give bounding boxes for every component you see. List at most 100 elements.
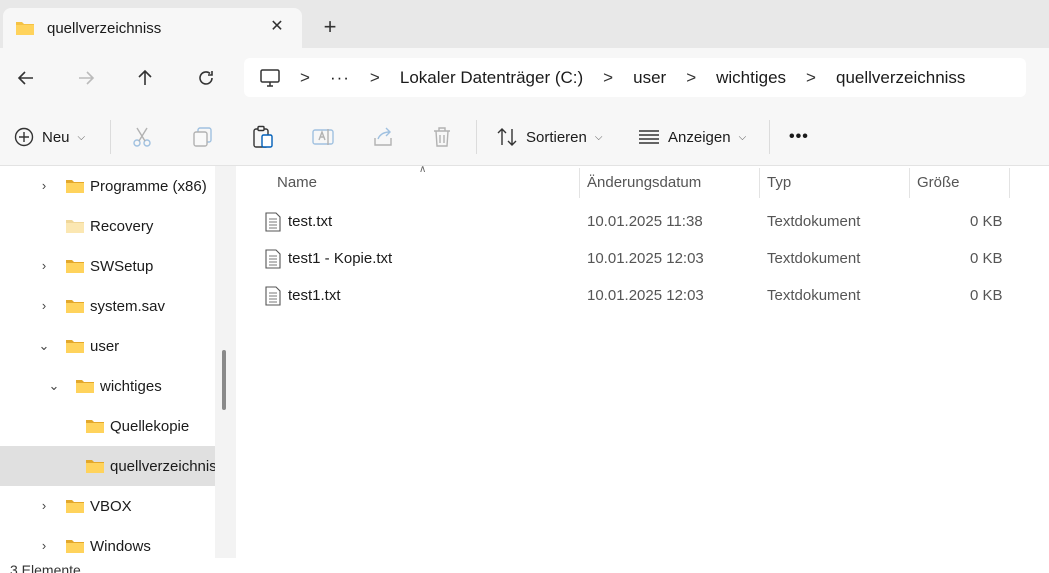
column-divider[interactable] bbox=[1009, 168, 1010, 198]
sidebar-item-wichtiges[interactable]: ⌄ wichtiges bbox=[0, 366, 215, 406]
back-button[interactable] bbox=[12, 64, 40, 92]
toolbar-divider bbox=[769, 120, 770, 154]
sidebar-item-quellekopie[interactable]: Quellekopie bbox=[0, 406, 215, 446]
sort-button[interactable]: Sortieren ⌵ bbox=[496, 122, 602, 152]
breadcrumb-separator[interactable]: > bbox=[806, 68, 816, 88]
sidebar-item-swsetup[interactable]: › SWSetup bbox=[0, 246, 215, 286]
rename-button[interactable] bbox=[311, 122, 335, 152]
folder-icon bbox=[76, 380, 94, 393]
sort-button-label: Sortieren bbox=[526, 128, 587, 146]
sidebar-scrollbar[interactable] bbox=[222, 350, 226, 410]
file-name: test1.txt bbox=[288, 287, 341, 304]
file-date: 10.01.2025 12:03 bbox=[587, 287, 704, 304]
view-button-label: Anzeigen bbox=[668, 128, 731, 146]
sidebar-item-quellverzeichniss[interactable]: quellverzeichniss bbox=[0, 446, 215, 486]
breadcrumb-overflow[interactable]: ··· bbox=[330, 68, 350, 88]
collapse-icon[interactable]: ⌄ bbox=[37, 339, 51, 353]
file-date: 10.01.2025 12:03 bbox=[587, 250, 704, 267]
close-icon[interactable]: ✕ bbox=[268, 18, 286, 36]
collapse-icon[interactable]: ⌄ bbox=[47, 379, 61, 393]
expand-icon[interactable]: › bbox=[37, 539, 51, 553]
expand-icon[interactable]: › bbox=[37, 499, 51, 513]
breadcrumb-separator[interactable]: > bbox=[370, 68, 380, 88]
cut-button[interactable] bbox=[132, 122, 152, 152]
rename-icon bbox=[312, 129, 334, 145]
new-tab-button[interactable]: + bbox=[318, 15, 342, 39]
monitor-icon[interactable] bbox=[260, 68, 280, 87]
text-file-icon bbox=[265, 249, 281, 269]
sidebar-item-label: quellverzeichniss bbox=[110, 457, 215, 475]
breadcrumb-separator[interactable]: > bbox=[603, 68, 613, 88]
file-size: 0 KB bbox=[970, 250, 1003, 267]
folder-icon bbox=[66, 260, 84, 273]
folder-icon bbox=[66, 540, 84, 553]
share-icon bbox=[374, 127, 392, 146]
copy-icon bbox=[193, 127, 212, 147]
sidebar-item-windows[interactable]: › Windows bbox=[0, 526, 215, 558]
expand-icon[interactable]: › bbox=[37, 259, 51, 273]
tab-title: quellverzeichniss bbox=[47, 19, 162, 37]
chevron-down-icon: ⌵ bbox=[77, 131, 86, 143]
sidebar-item-label: Recovery bbox=[90, 217, 154, 235]
expand-icon[interactable]: › bbox=[37, 179, 51, 193]
refresh-icon bbox=[199, 71, 213, 85]
text-file-icon bbox=[265, 286, 281, 306]
navigation-pane: › Programme (x86) Recovery › SWSetup › s… bbox=[0, 166, 215, 558]
column-header-date[interactable]: Änderungsdatum bbox=[587, 166, 701, 198]
sidebar-item-recovery[interactable]: Recovery bbox=[0, 206, 215, 246]
share-button[interactable] bbox=[372, 122, 394, 152]
up-button[interactable] bbox=[131, 64, 159, 92]
column-divider[interactable] bbox=[909, 168, 910, 198]
sidebar-item-user[interactable]: ⌄ user bbox=[0, 326, 215, 366]
breadcrumb-separator[interactable]: > bbox=[686, 68, 696, 88]
breadcrumb-current[interactable]: quellverzeichniss bbox=[836, 68, 965, 88]
new-button-label: Neu bbox=[42, 128, 70, 146]
folder-icon bbox=[66, 220, 84, 233]
address-bar[interactable]: > ··· > Lokaler Datenträger (C:) > user … bbox=[244, 58, 1026, 97]
breadcrumb-drive[interactable]: Lokaler Datenträger (C:) bbox=[400, 68, 583, 88]
back-arrow-icon bbox=[17, 71, 33, 85]
trash-icon bbox=[434, 127, 450, 147]
breadcrumb-separator[interactable]: > bbox=[300, 68, 310, 88]
more-options-button[interactable]: ••• bbox=[789, 122, 809, 152]
chevron-down-icon: ⌵ bbox=[738, 131, 747, 143]
sidebar-item-vbox[interactable]: › VBOX bbox=[0, 486, 215, 526]
column-divider[interactable] bbox=[759, 168, 760, 198]
up-arrow-icon bbox=[138, 69, 152, 85]
sidebar-item-label: wichtiges bbox=[100, 377, 162, 395]
paste-button[interactable] bbox=[252, 122, 274, 152]
delete-button[interactable] bbox=[432, 122, 452, 152]
file-type: Textdokument bbox=[767, 213, 861, 230]
column-header-size[interactable]: Größe bbox=[917, 166, 960, 198]
file-list: ∧ Name Änderungsdatum Typ Größe test.txt… bbox=[236, 164, 1049, 558]
view-button[interactable]: Anzeigen ⌵ bbox=[638, 122, 746, 152]
forward-button[interactable] bbox=[72, 64, 100, 92]
forward-arrow-icon bbox=[79, 71, 95, 85]
column-header-type[interactable]: Typ bbox=[767, 166, 791, 198]
copy-button[interactable] bbox=[192, 122, 214, 152]
file-type: Textdokument bbox=[767, 250, 861, 267]
file-row[interactable]: test1.txt 10.01.2025 12:03 Textdokument … bbox=[236, 278, 1049, 315]
folder-icon bbox=[86, 460, 104, 473]
sidebar-item-programme-x86[interactable]: › Programme (x86) bbox=[0, 166, 215, 206]
clipboard-icon bbox=[253, 125, 273, 148]
command-bar: Neu ⌵ Sortieren ⌵ Anzeigen ⌵ ••• bbox=[0, 108, 1049, 166]
column-header-name[interactable]: Name bbox=[277, 166, 317, 198]
file-type: Textdokument bbox=[767, 287, 861, 304]
sidebar-item-label: VBOX bbox=[90, 497, 132, 515]
file-row[interactable]: test1 - Kopie.txt 10.01.2025 12:03 Textd… bbox=[236, 241, 1049, 278]
status-bar: 3 Elemente bbox=[0, 558, 1049, 573]
sidebar-item-system-sav[interactable]: › system.sav bbox=[0, 286, 215, 326]
sidebar-item-label: Windows bbox=[90, 537, 151, 555]
breadcrumb-user[interactable]: user bbox=[633, 68, 666, 88]
column-divider[interactable] bbox=[579, 168, 580, 198]
breadcrumb-wichtiges[interactable]: wichtiges bbox=[716, 68, 786, 88]
refresh-button[interactable] bbox=[192, 64, 220, 92]
scissors-icon bbox=[133, 127, 151, 147]
tab-quellverzeichniss[interactable]: quellverzeichniss ✕ bbox=[3, 8, 302, 48]
file-size: 0 KB bbox=[970, 287, 1003, 304]
file-row[interactable]: test.txt 10.01.2025 11:38 Textdokument 0… bbox=[236, 204, 1049, 241]
expand-icon[interactable]: › bbox=[37, 299, 51, 313]
new-button[interactable]: Neu ⌵ bbox=[14, 122, 85, 152]
folder-icon bbox=[66, 340, 84, 353]
